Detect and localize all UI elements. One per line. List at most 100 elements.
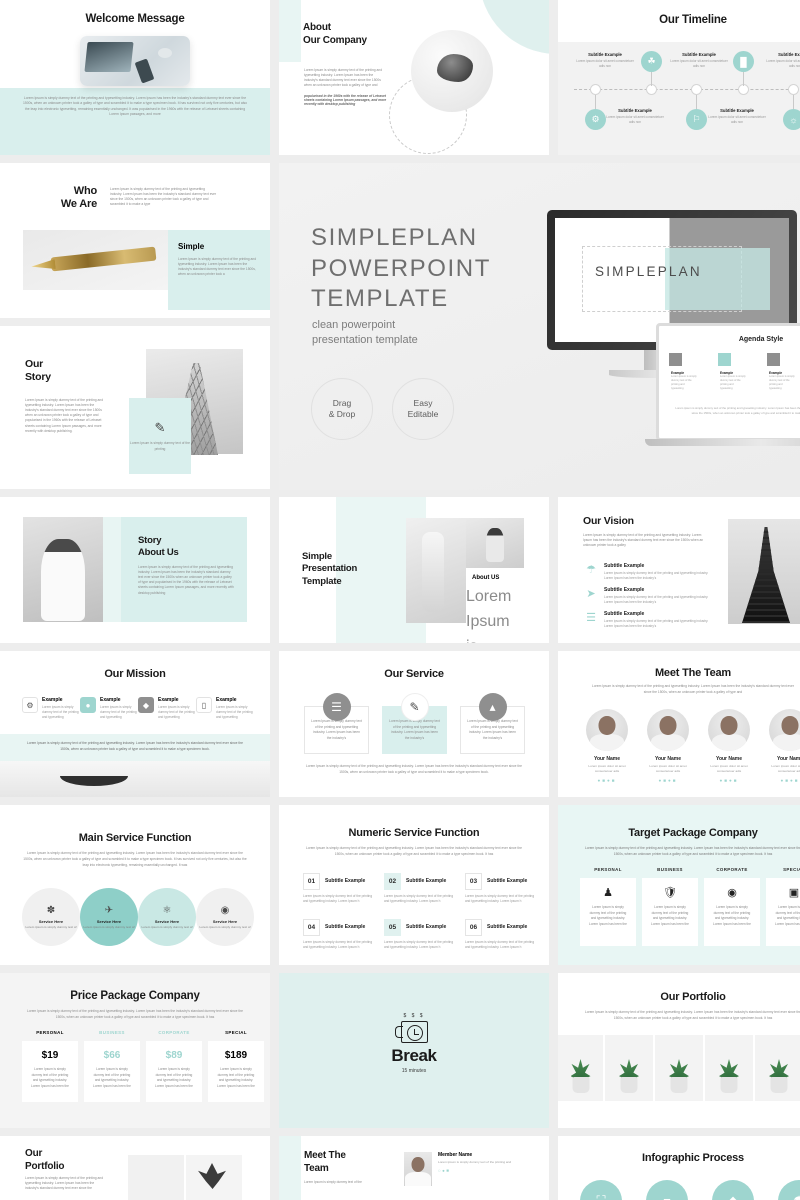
- service-title: Our Service: [384, 668, 444, 680]
- hero-banner: SIMPLEPLAN POWERPOINT TEMPLATE clean pow…: [279, 163, 800, 490]
- package-body: Lorem Ipsum is simply dummy text of the …: [589, 905, 627, 926]
- avatar-head: [720, 716, 738, 735]
- slide-main-service-function[interactable]: Main Service Function Lorem Ipsum is sim…: [0, 805, 270, 965]
- timeline-stem: [651, 72, 652, 86]
- social-icons[interactable]: ●■●■: [765, 778, 800, 783]
- badge-easy-text: Easy Editable: [408, 398, 439, 421]
- person-photo: [23, 517, 103, 622]
- story-about-title: Story About Us: [138, 535, 179, 559]
- slide-simple-presentation-template[interactable]: Simple Presentation Template About US Lo…: [279, 497, 549, 643]
- target-package-3[interactable]: SPECIAL ▣ Lorem Ipsum is simply dummy te…: [766, 867, 800, 946]
- target-package-0[interactable]: PERSONAL ♟ Lorem Ipsum is simply dummy t…: [580, 867, 636, 946]
- slide-about-company[interactable]: About Our Company Lorem Ipsum is simply …: [279, 0, 549, 155]
- slide-meet-the-team[interactable]: Meet The Team Lorem Ipsum is simply dumm…: [558, 651, 800, 797]
- steam-text: $ $ $: [403, 1013, 425, 1019]
- slide-our-timeline[interactable]: Our Timeline ⚙ Subtitle Example Lorem ip…: [558, 0, 800, 155]
- plan-box: $19 Lorem Ipsum is simply dummy text of …: [22, 1041, 78, 1102]
- document-icon: ☰: [322, 693, 351, 721]
- portfolio2-photo-2: [186, 1155, 242, 1200]
- mission-item-label: Example: [158, 697, 179, 703]
- timeline-dot: [590, 84, 601, 95]
- who-title: Who We Are: [57, 185, 97, 211]
- slide-our-story[interactable]: Our Story Lorem Ipsum is simply dummy te…: [0, 326, 270, 489]
- slide-our-vision[interactable]: Our Vision Lorem Ipsum is simply dummy t…: [558, 497, 800, 643]
- slide-our-portfolio[interactable]: Our Portfolio Lorem Ipsum is simply dumm…: [558, 973, 800, 1128]
- mouse-shape: [158, 48, 172, 58]
- infographic-step-2[interactable]: ◆: [712, 1180, 754, 1200]
- package-category: SPECIAL: [783, 867, 800, 872]
- cursor-icon: [669, 353, 682, 366]
- plan-category: PERSONAL: [36, 1030, 64, 1035]
- portfolio2-line1: Our: [25, 1148, 43, 1159]
- slide-price-package-company[interactable]: Price Package Company Lorem Ipsum is sim…: [0, 973, 270, 1128]
- main-service-desc: Lorem ipsum is simply dummy text of: [83, 924, 135, 929]
- slide-infographic-process[interactable]: Infographic Process ⛶ → ■ → ◆ → ☂: [558, 1136, 800, 1200]
- chart-icon: █: [733, 51, 754, 72]
- team-member-1: Your Name Lorem ipsum dolor sit amet con…: [643, 709, 693, 783]
- main-service-item-1[interactable]: ✈ Service Here Lorem ipsum is simply dum…: [80, 888, 138, 946]
- money-icon: ▣: [788, 887, 800, 899]
- main-service-item-3[interactable]: ◉ Service Here Lorem ipsum is simply dum…: [196, 888, 254, 946]
- pencil-icon: ✎: [400, 693, 429, 721]
- numeric-item-label: Subtitle Example: [406, 924, 447, 931]
- social-icons[interactable]: ●■●■: [643, 778, 693, 783]
- avatar: [769, 709, 800, 751]
- timeline-stem: [743, 72, 744, 86]
- hero-title-line3: TEMPLATE: [311, 285, 449, 313]
- infographic-step-3[interactable]: ☂: [778, 1180, 800, 1200]
- hero-subtitle-line2: presentation template: [312, 333, 418, 346]
- price-plan-0[interactable]: PERSONAL $19 Lorem Ipsum is simply dummy…: [22, 1030, 78, 1102]
- main-service-label: Service Here: [212, 918, 238, 924]
- timeline-label-desc: Lorem ipsum dolor sit amet consectetuer …: [606, 115, 664, 124]
- main-service-item-0[interactable]: ✽ Service Here Lorem ipsum is simply dum…: [22, 888, 80, 946]
- team-member-desc: Lorem ipsum dolor sit amet consectetuer …: [649, 764, 687, 773]
- rocket-icon: ➤: [586, 588, 596, 600]
- arrow-icon: →: [628, 1196, 637, 1200]
- slide-who-we-are[interactable]: Who We Are Lorem Ipsum is simply dummy t…: [0, 163, 270, 318]
- slide-numeric-service-function[interactable]: Numeric Service Function Lorem Ipsum is …: [279, 805, 549, 965]
- coin-icon: ◉: [727, 887, 737, 899]
- main-service-desc: Lorem ipsum is simply dummy text of: [25, 924, 77, 929]
- settings-icon: ⚙: [22, 697, 38, 713]
- main-service-item-2[interactable]: ⚛ Service Here Lorem ipsum is simply dum…: [138, 888, 196, 946]
- slide-our-portfolio-2[interactable]: Our Portfolio Lorem Ipsum is simply dumm…: [0, 1136, 270, 1200]
- fencer-shape: [422, 532, 444, 612]
- price-plan-1[interactable]: BUSINESS $66 Lorem Ipsum is simply dummy…: [84, 1030, 140, 1102]
- avatar: [586, 709, 628, 751]
- badge-drag-text: Drag & Drop: [329, 398, 355, 421]
- team-subtitle: Lorem Ipsum is simply dummy text of the …: [592, 684, 794, 694]
- social-icons[interactable]: ○●■: [438, 1168, 511, 1173]
- about-body-bold: popularised in the 1960s with the releas…: [304, 94, 387, 107]
- slide-target-package-company[interactable]: Target Package Company Lorem Ipsum is si…: [558, 805, 800, 965]
- numeric-item-number: 04: [303, 919, 320, 936]
- numeric-item-desc: Lorem ipsum is simply dummy text of the …: [465, 940, 535, 950]
- hero-subtitle: clean powerpoint presentation template: [312, 318, 418, 348]
- badge-drag-and-drop[interactable]: Drag & Drop: [311, 378, 373, 440]
- target-package-1[interactable]: BUSINESS 🛡 Lorem Ipsum is simply dummy t…: [642, 867, 698, 946]
- package-body: Lorem Ipsum is simply dummy text of the …: [713, 905, 751, 926]
- social-icons[interactable]: ●■●■: [582, 778, 632, 783]
- pot-shape: [670, 1077, 688, 1093]
- slide-meet-the-team-2[interactable]: Meet The Team Lorem Ipsum is simply dumm…: [279, 1136, 549, 1200]
- service-card-2[interactable]: ▴ Lorem Ipsum is simply dummy text of th…: [460, 693, 525, 754]
- service-card-0[interactable]: ☰ Lorem Ipsum is simply dummy text of th…: [304, 693, 369, 754]
- about-title: About Our Company: [303, 22, 367, 47]
- slide-our-mission[interactable]: Our Mission ⚙ Example Lorem ipsum is sim…: [0, 651, 270, 797]
- target-package-2[interactable]: CORPORATE ◉ Lorem Ipsum is simply dummy …: [704, 867, 760, 946]
- infographic-step-1[interactable]: ■: [646, 1180, 688, 1200]
- slide-welcome-message[interactable]: Welcome Message Lorem Ipsum is simply du…: [0, 0, 270, 155]
- slide-break[interactable]: $ $ $ Break 15 minutes: [279, 973, 549, 1128]
- social-icons[interactable]: ●■●■: [704, 778, 754, 783]
- mission-band-text: Lorem Ipsum is simply dummy text of the …: [26, 741, 244, 751]
- vision-item-desc: Lorem ipsum is simply dummy text of the …: [604, 571, 709, 580]
- vision-body: Lorem Ipsum is simply dummy text of the …: [583, 533, 704, 548]
- slide-our-service[interactable]: Our Service ☰ Lorem Ipsum is simply dumm…: [279, 651, 549, 797]
- badge-easy-editable[interactable]: Easy Editable: [392, 378, 454, 440]
- numeric-item-3: 04 Subtitle Example Lorem ipsum is simpl…: [303, 919, 378, 951]
- infographic-step-0[interactable]: ⛶: [580, 1180, 622, 1200]
- team-member-name: Your Name: [593, 756, 621, 762]
- price-plan-2[interactable]: CORPORATE $89 Lorem Ipsum is simply dumm…: [146, 1030, 202, 1102]
- price-plan-3[interactable]: SPECIAL $189 Lorem Ipsum is simply dummy…: [208, 1030, 264, 1102]
- slide-story-about-us[interactable]: Story About Us Lorem Ipsum is simply dum…: [0, 497, 270, 643]
- service-card-1[interactable]: ✎ Lorem Ipsum is simply dummy text of th…: [382, 693, 447, 754]
